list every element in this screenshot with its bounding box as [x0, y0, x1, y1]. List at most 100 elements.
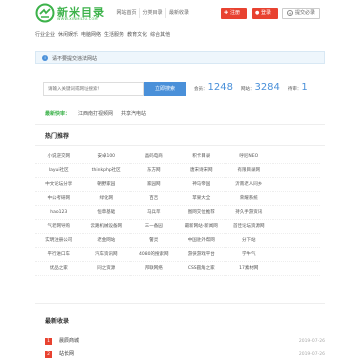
recent-site-name[interactable]: 站长网: [59, 348, 74, 360]
recent-item[interactable]: 2 站长网 2019-07-26: [45, 348, 325, 360]
hot-site-link[interactable]: 中文论坛分享: [35, 178, 83, 192]
notice-text: 请不要提交违法网站: [52, 56, 98, 62]
hot-site-link[interactable]: 警灵: [130, 234, 178, 248]
hot-site-link[interactable]: 晶码电商: [130, 150, 178, 164]
hot-site-link: [272, 164, 320, 178]
hot-site-link: [272, 206, 320, 220]
hot-site-link[interactable]: 游侠游戏平台: [177, 248, 225, 262]
hot-site-link[interactable]: 有限目录网: [225, 164, 273, 178]
divider: [35, 303, 325, 304]
hot-site-link[interactable]: 呼尼NEO: [225, 150, 273, 164]
hot-site-link[interactable]: 百吉: [130, 192, 178, 206]
main-nav: 网站首页 分类目录 最新收录: [114, 8, 192, 18]
user-icon: ●: [255, 10, 260, 16]
hot-site-link[interactable]: 积卡目录: [177, 150, 225, 164]
hot-site-link[interactable]: 朝野家园: [82, 178, 130, 192]
info-icon: i: [42, 55, 48, 61]
hot-site-link[interactable]: 气老网导购: [35, 220, 83, 234]
hot-site-link[interactable]: CSS圆角之家: [177, 262, 225, 276]
notice-bar: i 请不要提交违法网站: [35, 51, 325, 64]
hot-site-link[interactable]: 沂南老人同乡: [225, 178, 273, 192]
hot-site-link[interactable]: 云路机械设备网: [82, 220, 130, 234]
hot-site-link[interactable]: 同之资源: [82, 262, 130, 276]
hot-site-link[interactable]: thinkphp社区: [82, 164, 130, 178]
nav-categories[interactable]: 分类目录: [140, 8, 166, 18]
recent-item[interactable]: 1 晨辰商城 2019-07-26: [45, 335, 325, 348]
hot-site-link[interactable]: hao123: [35, 206, 83, 220]
nav-latest[interactable]: 最新收录: [166, 8, 192, 18]
hot-site-link[interactable]: 东方网: [130, 164, 178, 178]
category-links: 行业企业 休闲娱乐 电脑网络 生活服务 教育文化 综合其他: [35, 31, 170, 38]
hot-site-link[interactable]: 学牛气: [225, 248, 273, 262]
plus-circle-icon: +: [287, 10, 293, 16]
hot-site-link[interactable]: 首佳论坛资源网: [225, 220, 273, 234]
members-count: 1248: [207, 82, 233, 93]
category-link[interactable]: 休闲娱乐: [58, 31, 78, 38]
hot-site-link[interactable]: 邦联网络: [130, 262, 178, 276]
site-header: 新米目录 WWW.XINMILIU.COM 网站首页 分类目录 最新收录 ✚ 注…: [0, 0, 360, 26]
hot-site-link: [272, 220, 320, 234]
hot-site-link: [272, 234, 320, 248]
hot-site-link[interactable]: layui社区: [35, 164, 83, 178]
hot-site-link[interactable]: 安卓100: [82, 150, 130, 164]
pending-label: 待审：: [287, 87, 302, 92]
hot-site-link[interactable]: 三一备园: [130, 220, 178, 234]
logo-subtitle: WWW.XINMILIU.COM: [57, 17, 98, 21]
hot-sites-grid: 小说逆交网 安卓100 晶码电商 积卡目录 呼尼NEO layui社区 thinkphp社区…: [35, 150, 320, 276]
hot-site-link: [272, 178, 320, 192]
submit-site-button[interactable]: + 提交必录: [282, 8, 320, 19]
hot-site-link[interactable]: 图网交位推荐: [177, 206, 225, 220]
hot-site-link[interactable]: 马兵萃: [130, 206, 178, 220]
hot-site-link[interactable]: 4080的搜索网: [130, 248, 178, 262]
hot-site-link[interactable]: 中公考研网: [35, 192, 83, 206]
hot-site-link[interactable]: 家园网: [130, 178, 178, 192]
hot-site-link[interactable]: 优品之家: [35, 262, 83, 276]
hot-site-link[interactable]: 最新网站-新闻网: [177, 220, 225, 234]
hot-site-link[interactable]: 实明注册公司: [35, 234, 83, 248]
nav-home[interactable]: 网站首页: [114, 8, 140, 18]
logo-mark-icon[interactable]: [35, 3, 55, 23]
hot-site-link[interactable]: 唐宋诗宋网: [177, 164, 225, 178]
register-label: 注册: [230, 10, 241, 16]
recent-date: 2019-07-26: [298, 339, 325, 344]
site-stats: 会员： 1248 网站： 3284 待审： 1: [194, 82, 316, 96]
hot-site-link[interactable]: 平行进口车: [35, 248, 83, 262]
hot-site-link[interactable]: 分下站: [225, 234, 273, 248]
category-link[interactable]: 行业企业: [35, 31, 55, 38]
login-button[interactable]: ● 登录: [252, 8, 278, 19]
hot-site-link[interactable]: 神马帝国: [177, 178, 225, 192]
category-link[interactable]: 教育文化: [127, 31, 147, 38]
register-button[interactable]: ✚ 注册: [221, 8, 247, 19]
hot-site-link: [272, 192, 320, 206]
hot-site-link[interactable]: 汽车资讯网: [82, 248, 130, 262]
hot-site-link[interactable]: 中国驻外帮网: [177, 234, 225, 248]
latest-link[interactable]: 江西南打视频网: [78, 110, 113, 117]
sites-count: 3284: [254, 82, 280, 93]
register-icon: ✚: [224, 10, 229, 16]
recent-title: 最新收录: [45, 318, 70, 325]
hot-site-link[interactable]: 持久手游资讯: [225, 206, 273, 220]
hot-site-link: [272, 150, 320, 164]
latest-approved: 最新快审： 江西南打视频网 共享汽电站: [45, 110, 146, 117]
search-button[interactable]: 立即搜索: [144, 82, 186, 96]
hot-site-link[interactable]: 荣耀系统: [225, 192, 273, 206]
hot-title: 热门推荐: [45, 133, 70, 140]
hot-site-link[interactable]: 小说逆交网: [35, 150, 83, 164]
category-link[interactable]: 电脑网络: [81, 31, 101, 38]
recent-date: 2019-07-26: [298, 352, 325, 357]
sites-label: 网站：: [240, 87, 255, 92]
hot-site-link[interactable]: 老金网站: [82, 234, 130, 248]
login-label: 登录: [261, 10, 272, 16]
members-label: 会员：: [194, 87, 208, 92]
category-link[interactable]: 综合其他: [150, 31, 170, 38]
hot-site-link: [272, 248, 320, 262]
category-link[interactable]: 生活服务: [104, 31, 124, 38]
hot-site-link[interactable]: 苹果大全: [177, 192, 225, 206]
recent-site-name[interactable]: 晨辰商城: [59, 335, 79, 348]
search-input[interactable]: [43, 82, 144, 96]
hot-site-link[interactable]: 17素材网: [225, 262, 273, 276]
submit-label: 提交必录: [295, 10, 316, 16]
hot-site-link[interactable]: 绿化网: [82, 192, 130, 206]
hot-site-link[interactable]: 恒草基础: [82, 206, 130, 220]
latest-link[interactable]: 共享汽电站: [121, 110, 146, 117]
